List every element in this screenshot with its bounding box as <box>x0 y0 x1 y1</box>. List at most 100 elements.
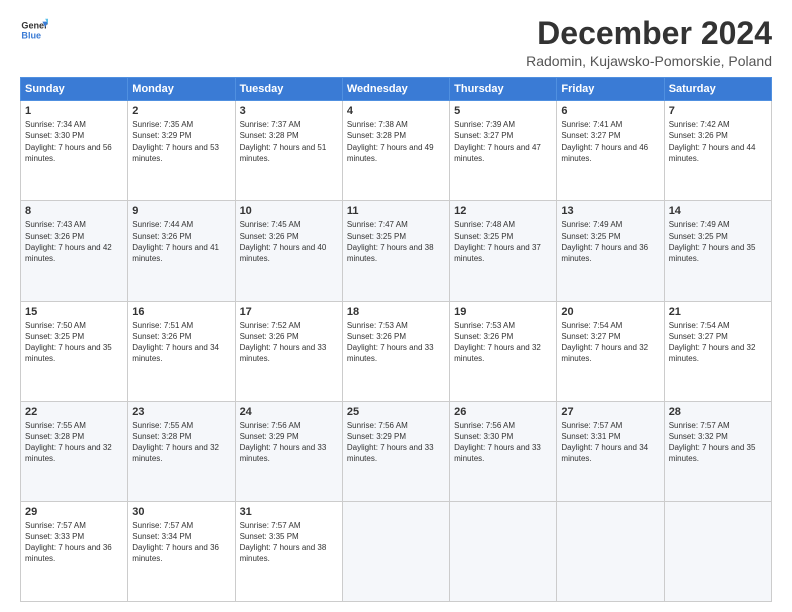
day-number: 18 <box>347 306 445 318</box>
calendar-cell <box>557 501 664 601</box>
calendar-cell: 22 Sunrise: 7:55 AMSunset: 3:28 PMDaylig… <box>21 401 128 501</box>
day-details: Sunrise: 7:50 AMSunset: 3:25 PMDaylight:… <box>25 320 123 365</box>
day-number: 6 <box>561 105 659 117</box>
day-details: Sunrise: 7:57 AMSunset: 3:33 PMDaylight:… <box>25 520 123 565</box>
calendar-cell <box>342 501 449 601</box>
calendar-cell: 1 Sunrise: 7:34 AMSunset: 3:30 PMDayligh… <box>21 101 128 201</box>
day-number: 8 <box>25 205 123 217</box>
calendar-cell: 13 Sunrise: 7:49 AMSunset: 3:25 PMDaylig… <box>557 201 664 301</box>
calendar-week-row: 1 Sunrise: 7:34 AMSunset: 3:30 PMDayligh… <box>21 101 772 201</box>
day-details: Sunrise: 7:57 AMSunset: 3:31 PMDaylight:… <box>561 420 659 465</box>
header-sunday: Sunday <box>21 78 128 101</box>
logo: General Blue <box>20 16 48 44</box>
header-wednesday: Wednesday <box>342 78 449 101</box>
calendar-cell: 2 Sunrise: 7:35 AMSunset: 3:29 PMDayligh… <box>128 101 235 201</box>
calendar-cell: 14 Sunrise: 7:49 AMSunset: 3:25 PMDaylig… <box>664 201 771 301</box>
day-number: 12 <box>454 205 552 217</box>
calendar-cell: 31 Sunrise: 7:57 AMSunset: 3:35 PMDaylig… <box>235 501 342 601</box>
day-details: Sunrise: 7:53 AMSunset: 3:26 PMDaylight:… <box>347 320 445 365</box>
day-details: Sunrise: 7:48 AMSunset: 3:25 PMDaylight:… <box>454 219 552 264</box>
calendar-cell: 23 Sunrise: 7:55 AMSunset: 3:28 PMDaylig… <box>128 401 235 501</box>
day-number: 14 <box>669 205 767 217</box>
day-number: 2 <box>132 105 230 117</box>
calendar-week-row: 8 Sunrise: 7:43 AMSunset: 3:26 PMDayligh… <box>21 201 772 301</box>
calendar-cell: 24 Sunrise: 7:56 AMSunset: 3:29 PMDaylig… <box>235 401 342 501</box>
calendar-cell: 25 Sunrise: 7:56 AMSunset: 3:29 PMDaylig… <box>342 401 449 501</box>
day-details: Sunrise: 7:57 AMSunset: 3:32 PMDaylight:… <box>669 420 767 465</box>
calendar-cell: 21 Sunrise: 7:54 AMSunset: 3:27 PMDaylig… <box>664 301 771 401</box>
calendar-cell: 28 Sunrise: 7:57 AMSunset: 3:32 PMDaylig… <box>664 401 771 501</box>
day-number: 22 <box>25 406 123 418</box>
main-title: December 2024 <box>526 16 772 51</box>
day-details: Sunrise: 7:35 AMSunset: 3:29 PMDaylight:… <box>132 119 230 164</box>
calendar-cell: 10 Sunrise: 7:45 AMSunset: 3:26 PMDaylig… <box>235 201 342 301</box>
day-number: 3 <box>240 105 338 117</box>
day-details: Sunrise: 7:52 AMSunset: 3:26 PMDaylight:… <box>240 320 338 365</box>
day-details: Sunrise: 7:51 AMSunset: 3:26 PMDaylight:… <box>132 320 230 365</box>
day-number: 26 <box>454 406 552 418</box>
calendar-week-row: 29 Sunrise: 7:57 AMSunset: 3:33 PMDaylig… <box>21 501 772 601</box>
day-number: 4 <box>347 105 445 117</box>
logo-icon: General Blue <box>20 16 48 44</box>
calendar-cell: 29 Sunrise: 7:57 AMSunset: 3:33 PMDaylig… <box>21 501 128 601</box>
day-details: Sunrise: 7:49 AMSunset: 3:25 PMDaylight:… <box>669 219 767 264</box>
day-number: 15 <box>25 306 123 318</box>
day-number: 16 <box>132 306 230 318</box>
title-section: December 2024 Radomin, Kujawsko-Pomorski… <box>526 16 772 69</box>
day-number: 10 <box>240 205 338 217</box>
day-number: 25 <box>347 406 445 418</box>
day-number: 7 <box>669 105 767 117</box>
calendar-cell: 8 Sunrise: 7:43 AMSunset: 3:26 PMDayligh… <box>21 201 128 301</box>
calendar-cell: 3 Sunrise: 7:37 AMSunset: 3:28 PMDayligh… <box>235 101 342 201</box>
day-number: 20 <box>561 306 659 318</box>
calendar-cell: 27 Sunrise: 7:57 AMSunset: 3:31 PMDaylig… <box>557 401 664 501</box>
header-monday: Monday <box>128 78 235 101</box>
calendar-page: General Blue December 2024 Radomin, Kuja… <box>0 0 792 612</box>
day-number: 9 <box>132 205 230 217</box>
day-number: 24 <box>240 406 338 418</box>
day-number: 23 <box>132 406 230 418</box>
calendar-cell: 20 Sunrise: 7:54 AMSunset: 3:27 PMDaylig… <box>557 301 664 401</box>
header-tuesday: Tuesday <box>235 78 342 101</box>
calendar-cell: 18 Sunrise: 7:53 AMSunset: 3:26 PMDaylig… <box>342 301 449 401</box>
day-number: 30 <box>132 506 230 518</box>
calendar-cell: 6 Sunrise: 7:41 AMSunset: 3:27 PMDayligh… <box>557 101 664 201</box>
day-number: 11 <box>347 205 445 217</box>
header-friday: Friday <box>557 78 664 101</box>
day-details: Sunrise: 7:47 AMSunset: 3:25 PMDaylight:… <box>347 219 445 264</box>
day-details: Sunrise: 7:38 AMSunset: 3:28 PMDaylight:… <box>347 119 445 164</box>
day-details: Sunrise: 7:55 AMSunset: 3:28 PMDaylight:… <box>132 420 230 465</box>
day-details: Sunrise: 7:49 AMSunset: 3:25 PMDaylight:… <box>561 219 659 264</box>
subtitle: Radomin, Kujawsko-Pomorskie, Poland <box>526 53 772 69</box>
day-details: Sunrise: 7:37 AMSunset: 3:28 PMDaylight:… <box>240 119 338 164</box>
calendar-header-row: Sunday Monday Tuesday Wednesday Thursday… <box>21 78 772 101</box>
calendar-cell: 19 Sunrise: 7:53 AMSunset: 3:26 PMDaylig… <box>450 301 557 401</box>
day-details: Sunrise: 7:57 AMSunset: 3:34 PMDaylight:… <box>132 520 230 565</box>
day-number: 27 <box>561 406 659 418</box>
day-number: 21 <box>669 306 767 318</box>
calendar-cell: 11 Sunrise: 7:47 AMSunset: 3:25 PMDaylig… <box>342 201 449 301</box>
calendar-cell <box>450 501 557 601</box>
day-details: Sunrise: 7:39 AMSunset: 3:27 PMDaylight:… <box>454 119 552 164</box>
calendar-cell: 30 Sunrise: 7:57 AMSunset: 3:34 PMDaylig… <box>128 501 235 601</box>
calendar-cell: 4 Sunrise: 7:38 AMSunset: 3:28 PMDayligh… <box>342 101 449 201</box>
header-saturday: Saturday <box>664 78 771 101</box>
day-number: 13 <box>561 205 659 217</box>
day-details: Sunrise: 7:41 AMSunset: 3:27 PMDaylight:… <box>561 119 659 164</box>
day-details: Sunrise: 7:34 AMSunset: 3:30 PMDaylight:… <box>25 119 123 164</box>
calendar-cell: 17 Sunrise: 7:52 AMSunset: 3:26 PMDaylig… <box>235 301 342 401</box>
day-number: 19 <box>454 306 552 318</box>
day-number: 29 <box>25 506 123 518</box>
day-details: Sunrise: 7:43 AMSunset: 3:26 PMDaylight:… <box>25 219 123 264</box>
day-number: 17 <box>240 306 338 318</box>
day-number: 1 <box>25 105 123 117</box>
calendar-cell: 16 Sunrise: 7:51 AMSunset: 3:26 PMDaylig… <box>128 301 235 401</box>
day-details: Sunrise: 7:53 AMSunset: 3:26 PMDaylight:… <box>454 320 552 365</box>
header-thursday: Thursday <box>450 78 557 101</box>
calendar-week-row: 15 Sunrise: 7:50 AMSunset: 3:25 PMDaylig… <box>21 301 772 401</box>
header: General Blue December 2024 Radomin, Kuja… <box>20 16 772 69</box>
calendar-cell <box>664 501 771 601</box>
day-details: Sunrise: 7:55 AMSunset: 3:28 PMDaylight:… <box>25 420 123 465</box>
calendar-cell: 12 Sunrise: 7:48 AMSunset: 3:25 PMDaylig… <box>450 201 557 301</box>
calendar-cell: 9 Sunrise: 7:44 AMSunset: 3:26 PMDayligh… <box>128 201 235 301</box>
